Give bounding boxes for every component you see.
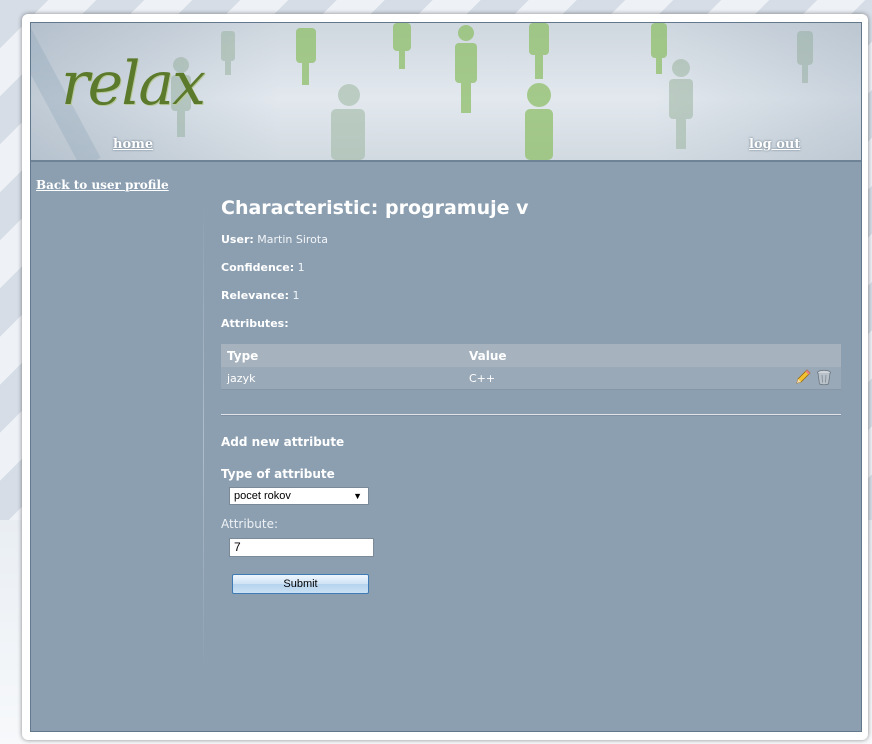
- cell-value: C++: [463, 367, 769, 390]
- attributes-table: Type Value jazyk C++: [221, 344, 841, 390]
- cell-actions: [769, 367, 841, 390]
- cell-type: jazyk: [221, 367, 463, 390]
- type-of-attribute-label: Type of attribute: [221, 467, 335, 481]
- relevance-value: 1: [292, 289, 300, 302]
- attribute-input[interactable]: 7: [229, 538, 374, 557]
- user-label: User:: [221, 233, 254, 246]
- back-to-profile-link[interactable]: Back to user profile: [36, 178, 169, 192]
- user-field: User: Martin Sirota: [221, 233, 328, 246]
- attributes-label: Attributes:: [221, 317, 289, 330]
- relevance-label: Relevance:: [221, 289, 289, 302]
- home-link[interactable]: home: [113, 137, 153, 152]
- add-attribute-heading: Add new attribute: [221, 435, 345, 449]
- header-banner: relax home log out: [31, 23, 861, 162]
- attribute-type-selected: pocet rokov: [234, 490, 291, 502]
- attribute-label: Attribute:: [221, 517, 279, 531]
- logout-link[interactable]: log out: [749, 137, 800, 152]
- edit-icon[interactable]: [794, 368, 812, 389]
- submit-button[interactable]: Submit: [232, 574, 369, 594]
- user-value: Martin Sirota: [257, 233, 328, 246]
- confidence-label: Confidence:: [221, 261, 295, 274]
- column-header-type: Type: [221, 344, 463, 367]
- chevron-down-icon: ▼: [353, 491, 362, 501]
- delete-icon[interactable]: [815, 368, 833, 389]
- confidence-value: 1: [297, 261, 305, 274]
- column-header-value: Value: [463, 344, 769, 367]
- site-logo[interactable]: relax: [61, 49, 206, 119]
- confidence-field: Confidence: 1: [221, 261, 305, 274]
- section-divider: [221, 414, 841, 415]
- table-row: jazyk C++: [221, 367, 841, 390]
- relevance-field: Relevance: 1: [221, 289, 299, 302]
- sidebar-divider: [203, 203, 204, 673]
- page-title: Characteristic: programuje v: [221, 197, 529, 219]
- column-header-actions: [769, 344, 841, 367]
- attribute-type-select[interactable]: pocet rokov ▼: [229, 487, 369, 505]
- table-header-row: Type Value: [221, 344, 841, 367]
- page-container: relax home log out Back to user profile …: [30, 22, 862, 732]
